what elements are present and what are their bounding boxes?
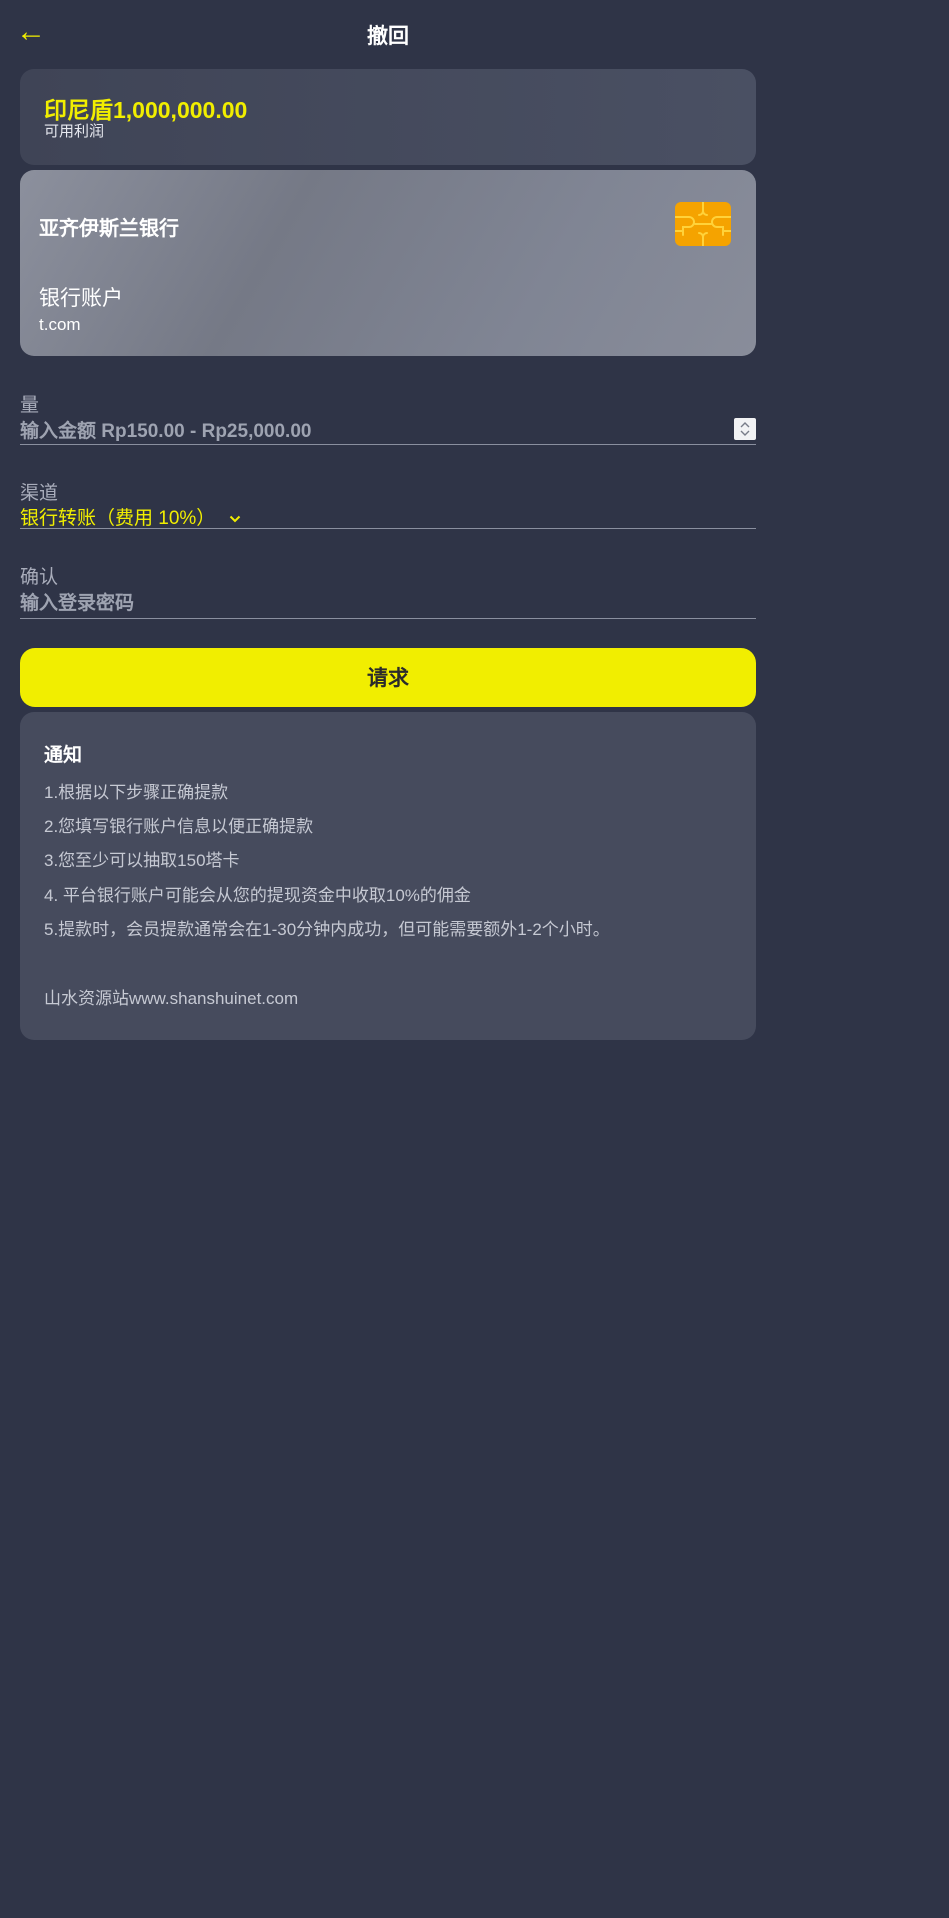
channel-field: 渠道 银行转账（费用 10%） (20, 478, 756, 529)
confirm-label: 确认 (20, 567, 59, 588)
notice-line: 1.根据以下步骤正确提款 (44, 783, 229, 802)
notice-line: 3.您至少可以抽取150塔卡 (44, 851, 240, 870)
amount-field: 量 (20, 390, 756, 447)
number-spinner[interactable] (734, 418, 756, 440)
channel-label: 渠道 (20, 483, 59, 504)
bank-card[interactable]: 亚齐伊斯兰银行 银行账户 t.com (20, 170, 756, 356)
bank-name: 亚齐伊斯兰银行 (39, 218, 179, 240)
amount-label: 量 (20, 395, 40, 416)
withdraw-page: ← 撤回 印尼盾1,000,000.00 可用利润 亚齐伊斯兰银行 银行账户 t… (0, 0, 776, 1568)
balance-label: 可用利润 (44, 123, 105, 140)
password-input[interactable] (20, 589, 756, 619)
channel-value: 银行转账（费用 10%） (20, 508, 216, 529)
chevron-down-icon (229, 505, 241, 532)
notice-footer-link[interactable]: 山水资源站www.shanshuinet.com (44, 984, 298, 1009)
amount-input[interactable] (20, 417, 756, 447)
header: ← 撤回 (0, 0, 776, 68)
channel-select[interactable]: 银行转账（费用 10%） (20, 505, 756, 532)
notice-line: 4. 平台银行账户可能会从您的提现资金中收取10%的佣金 (44, 886, 471, 905)
notice-line: 5.提款时，会员提款通常会在1-30分钟内成功，但可能需要额外1-2个小时。 (44, 920, 610, 939)
notice-title: 通知 (44, 745, 83, 766)
notice-line: 2.您填写银行账户信息以便正确提款 (44, 817, 314, 836)
submit-button[interactable]: 请求 (20, 648, 756, 707)
notice-panel: 通知 1.根据以下步骤正确提款 2.您填写银行账户信息以便正确提款 3.您至少可… (20, 712, 756, 1040)
account-number: t.com (39, 315, 81, 334)
page-title: 撤回 (367, 25, 409, 48)
confirm-field: 确认 (20, 562, 756, 619)
balance-card: 印尼盾1,000,000.00 可用利润 (20, 69, 756, 165)
card-chip-icon (674, 201, 732, 247)
account-type: 银行账户 (39, 287, 123, 310)
